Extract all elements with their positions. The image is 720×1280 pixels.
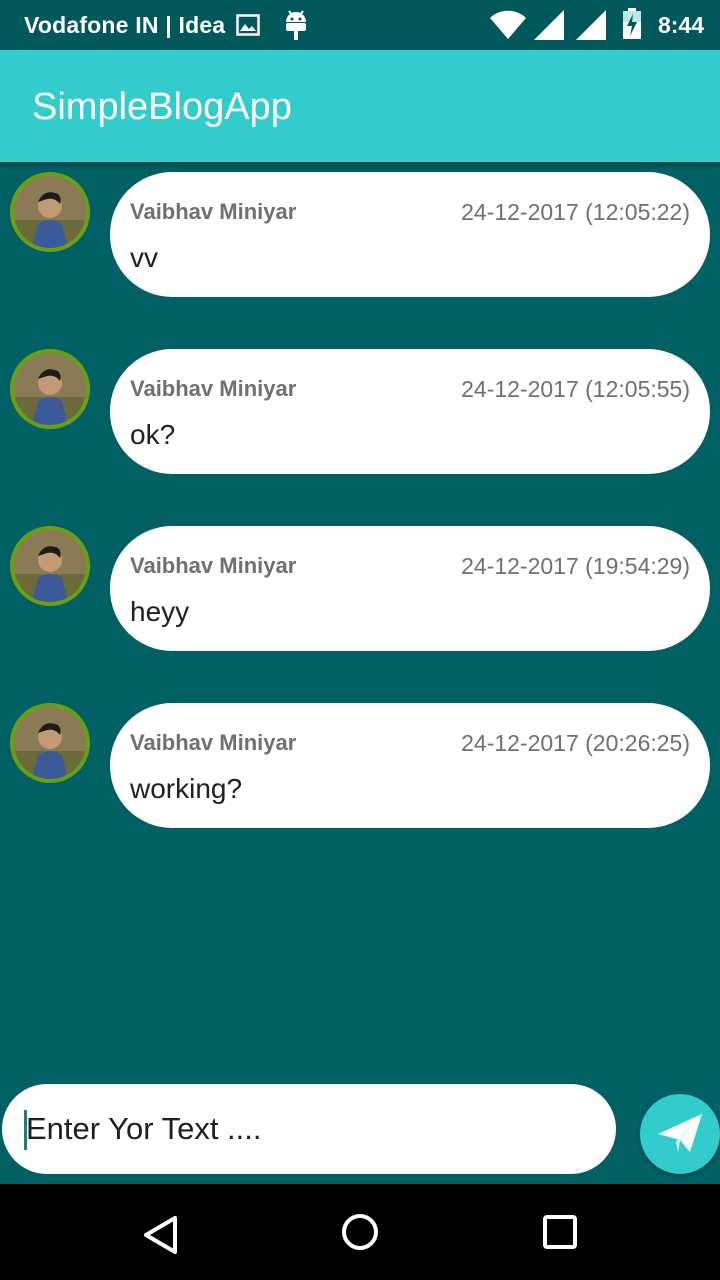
message-text: heyy xyxy=(130,596,190,627)
app-bar: SimpleBlogApp xyxy=(0,50,720,162)
message-timestamp: 24-12-2017 (12:05:22) xyxy=(461,199,690,225)
signal-icon xyxy=(534,10,564,45)
wifi-icon xyxy=(490,10,526,45)
image-icon xyxy=(236,14,260,41)
message-timestamp: 24-12-2017 (19:54:29) xyxy=(461,553,690,579)
message-bubble[interactable]: Vaibhav Miniyar 24-12-2017 (12:05:55) ok… xyxy=(110,349,710,474)
back-icon[interactable] xyxy=(132,1206,188,1262)
home-icon[interactable] xyxy=(332,1206,388,1262)
send-paper-plane-icon xyxy=(656,1112,704,1161)
signal-icon xyxy=(576,10,606,45)
message-text: working? xyxy=(130,773,243,804)
message-author: Vaibhav Miniyar xyxy=(130,376,297,401)
message-timestamp: 24-12-2017 (12:05:55) xyxy=(461,376,690,402)
avatar[interactable] xyxy=(10,349,90,429)
app-title: SimpleBlogApp xyxy=(32,86,292,128)
message-item[interactable]: Vaibhav Miniyar 24-12-2017 (19:54:29) he… xyxy=(0,516,720,651)
message-item[interactable]: Vaibhav Miniyar 24-12-2017 (12:05:55) ok… xyxy=(0,339,720,474)
battery-icon xyxy=(622,8,642,45)
android-icon xyxy=(284,8,308,47)
message-bubble[interactable]: Vaibhav Miniyar 24-12-2017 (19:54:29) he… xyxy=(110,526,710,651)
avatar[interactable] xyxy=(10,526,90,606)
send-button[interactable] xyxy=(640,1094,720,1174)
message-item[interactable]: Vaibhav Miniyar 24-12-2017 (20:26:25) wo… xyxy=(0,693,720,828)
carrier-label: Vodafone IN | Idea xyxy=(24,12,226,38)
message-bubble[interactable]: Vaibhav Miniyar 24-12-2017 (12:05:22) vv xyxy=(110,172,710,297)
message-text: ok? xyxy=(130,419,176,450)
message-author: Vaibhav Miniyar xyxy=(130,553,297,578)
message-timestamp: 24-12-2017 (20:26:25) xyxy=(461,730,690,756)
clock-label: 8:44 xyxy=(657,12,704,38)
avatar[interactable] xyxy=(10,703,90,783)
recents-icon[interactable] xyxy=(532,1206,588,1262)
status-bar: Vodafone IN | Idea 8:44 xyxy=(0,0,720,50)
message-input[interactable] xyxy=(26,1106,586,1152)
text-cursor xyxy=(24,1110,27,1150)
message-text: vv xyxy=(130,242,158,273)
message-author: Vaibhav Miniyar xyxy=(130,730,297,755)
message-bubble[interactable]: Vaibhav Miniyar 24-12-2017 (20:26:25) wo… xyxy=(110,703,710,828)
message-item[interactable]: Vaibhav Miniyar 24-12-2017 (12:05:22) vv xyxy=(0,162,720,297)
navigation-bar xyxy=(0,1184,720,1280)
avatar[interactable] xyxy=(10,172,90,252)
message-composer[interactable] xyxy=(2,1084,616,1174)
message-author: Vaibhav Miniyar xyxy=(130,199,297,224)
